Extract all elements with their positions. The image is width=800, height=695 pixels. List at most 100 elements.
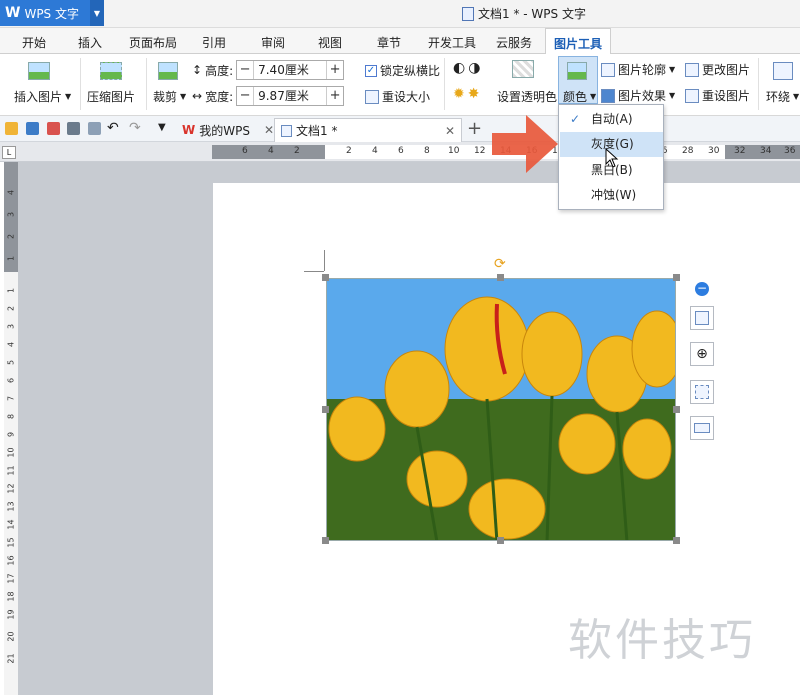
width-stepper[interactable]: − 9.87厘米 +: [236, 86, 345, 106]
picture-outline-button[interactable]: 图片轮廓 ▼: [601, 61, 675, 78]
wps-logo-icon: W: [5, 5, 21, 21]
zoom-in-icon[interactable]: ⊕: [690, 342, 714, 366]
resize-handle[interactable]: [322, 537, 329, 544]
insert-picture-button[interactable]: 插入图片 ▼: [14, 88, 71, 105]
close-icon[interactable]: ✕: [264, 123, 274, 137]
picture-effect-button[interactable]: 图片效果 ▼: [601, 87, 675, 104]
ruler-tick: 17: [6, 573, 16, 584]
checkbox-checked-icon[interactable]: ✓: [365, 64, 377, 77]
contrast-low-icon[interactable]: ◑: [468, 60, 480, 76]
divider: [146, 58, 147, 110]
new-tab-icon[interactable]: +: [467, 118, 482, 139]
width-control: ↔ 宽度: − 9.87厘米 +: [192, 86, 345, 106]
resize-handle[interactable]: [322, 406, 329, 413]
change-picture-label: 更改图片: [702, 63, 751, 77]
menu-item-auto[interactable]: ✓ 自动(A): [560, 107, 663, 132]
ruler-tick: 12: [6, 483, 16, 494]
height-decrease-button[interactable]: −: [237, 61, 253, 79]
export-pdf-icon[interactable]: [47, 122, 60, 135]
tab-review[interactable]: 审阅: [261, 34, 285, 51]
height-increase-button[interactable]: +: [327, 61, 343, 79]
open-folder-icon[interactable]: [5, 122, 18, 135]
compress-picture-icon[interactable]: [100, 62, 122, 80]
tab-view[interactable]: 视图: [318, 34, 342, 51]
rotate-handle-icon[interactable]: ⟳: [494, 256, 506, 272]
resize-handle[interactable]: [673, 274, 680, 281]
ruler-tick: 9: [6, 431, 16, 438]
tab-cloud[interactable]: 云服务: [496, 34, 532, 51]
resize-handle[interactable]: [497, 537, 504, 544]
customize-toolbar-chevron-icon[interactable]: ▼: [158, 122, 166, 133]
transparent-color-icon[interactable]: [512, 60, 534, 78]
tab-document1[interactable]: 文档1 * ✕: [274, 118, 462, 142]
tab-chapter[interactable]: 章节: [377, 34, 401, 51]
vertical-ruler[interactable]: 4 3 2 1 1 2 3 4 5 6 7 8 9 10 11 12 13 14…: [4, 162, 18, 695]
tab-picture-tools[interactable]: 图片工具: [545, 28, 612, 55]
ruler-tick: 16: [6, 555, 16, 566]
border-icon[interactable]: [690, 416, 714, 440]
tab-home[interactable]: 开始: [22, 34, 46, 51]
ruler-tick: 34: [760, 146, 772, 156]
resize-handle[interactable]: [673, 406, 680, 413]
tab-stop-selector[interactable]: L: [2, 146, 16, 159]
color-button-label[interactable]: 颜色 ▼: [563, 88, 596, 105]
menu-item-washout[interactable]: 冲蚀(W): [560, 183, 663, 208]
picture-outline-label: 图片轮廓: [618, 63, 667, 77]
chevron-down-icon[interactable]: ▼: [90, 0, 104, 26]
width-input[interactable]: 9.87厘米: [253, 87, 328, 105]
brightness-buttons[interactable]: ✹ ✸: [453, 86, 479, 102]
insert-picture-label: 插入图片: [14, 90, 63, 104]
tab-my-wps-label: 我的WPS: [199, 123, 250, 138]
save-icon[interactable]: [26, 122, 39, 135]
reset-picture-button[interactable]: 重设图片: [685, 87, 750, 104]
color-icon[interactable]: [567, 62, 587, 80]
height-control: ↕ 高度: − 7.40厘米 +: [192, 60, 345, 80]
lock-ratio-checkbox[interactable]: ✓ 锁定纵横比: [365, 62, 440, 79]
margin-mark: [324, 250, 325, 271]
collapse-icon[interactable]: −: [695, 282, 709, 296]
close-icon[interactable]: ✕: [445, 124, 455, 138]
resize-handle[interactable]: [497, 274, 504, 281]
resize-handle[interactable]: [322, 274, 329, 281]
undo-icon[interactable]: ↶: [107, 120, 119, 136]
tab-insert[interactable]: 插入: [78, 34, 102, 51]
tab-page-layout[interactable]: 页面布局: [129, 34, 177, 51]
height-input[interactable]: 7.40厘米: [253, 61, 328, 79]
brightness-up-icon[interactable]: ✹: [453, 86, 465, 102]
ruler-tick: 6: [398, 146, 404, 156]
print-preview-icon[interactable]: [88, 122, 101, 135]
set-transparent-button[interactable]: 设置透明色: [497, 88, 557, 105]
tab-developer[interactable]: 开发工具: [428, 34, 476, 51]
brightness-down-icon[interactable]: ✸: [468, 86, 480, 102]
mouse-cursor-icon: [605, 148, 619, 168]
height-stepper[interactable]: − 7.40厘米 +: [236, 60, 345, 80]
width-decrease-button[interactable]: −: [237, 87, 253, 105]
wrap-button[interactable]: 环绕 ▼: [766, 88, 799, 105]
change-picture-button[interactable]: 更改图片: [685, 61, 750, 78]
redo-icon[interactable]: ↷: [129, 120, 141, 136]
height-label: 高度:: [205, 63, 234, 78]
contrast-icon[interactable]: ◐: [453, 60, 465, 76]
contrast-buttons[interactable]: ◐ ◑: [453, 60, 480, 76]
insert-picture-icon[interactable]: [28, 62, 50, 80]
document-icon: [462, 6, 474, 21]
layout-options-icon[interactable]: [690, 306, 714, 330]
window-title-text: 文档1 * - WPS 文字: [478, 7, 586, 21]
ruler-tick: 2: [6, 233, 16, 240]
reset-size-button[interactable]: 重设大小: [365, 88, 430, 105]
tab-document1-label: 文档1 *: [296, 124, 338, 138]
tab-my-wps[interactable]: W 我的WPS ✕: [176, 118, 280, 142]
print-icon[interactable]: [67, 122, 80, 135]
resize-handle[interactable]: [673, 537, 680, 544]
wrap-icon[interactable]: [773, 62, 793, 80]
wps-menu-button[interactable]: W WPS 文字 ▼: [0, 0, 104, 26]
selected-picture-tulips[interactable]: [326, 278, 676, 541]
tab-references[interactable]: 引用: [202, 34, 226, 51]
crop-tool-icon[interactable]: [690, 380, 714, 404]
crop-button[interactable]: 裁剪 ▼: [153, 88, 186, 105]
compress-picture-button[interactable]: 压缩图片: [87, 88, 135, 105]
width-increase-button[interactable]: +: [327, 87, 343, 105]
crop-icon[interactable]: [158, 62, 178, 80]
ruler-tick: 8: [6, 413, 16, 420]
margin-mark: [304, 271, 324, 272]
